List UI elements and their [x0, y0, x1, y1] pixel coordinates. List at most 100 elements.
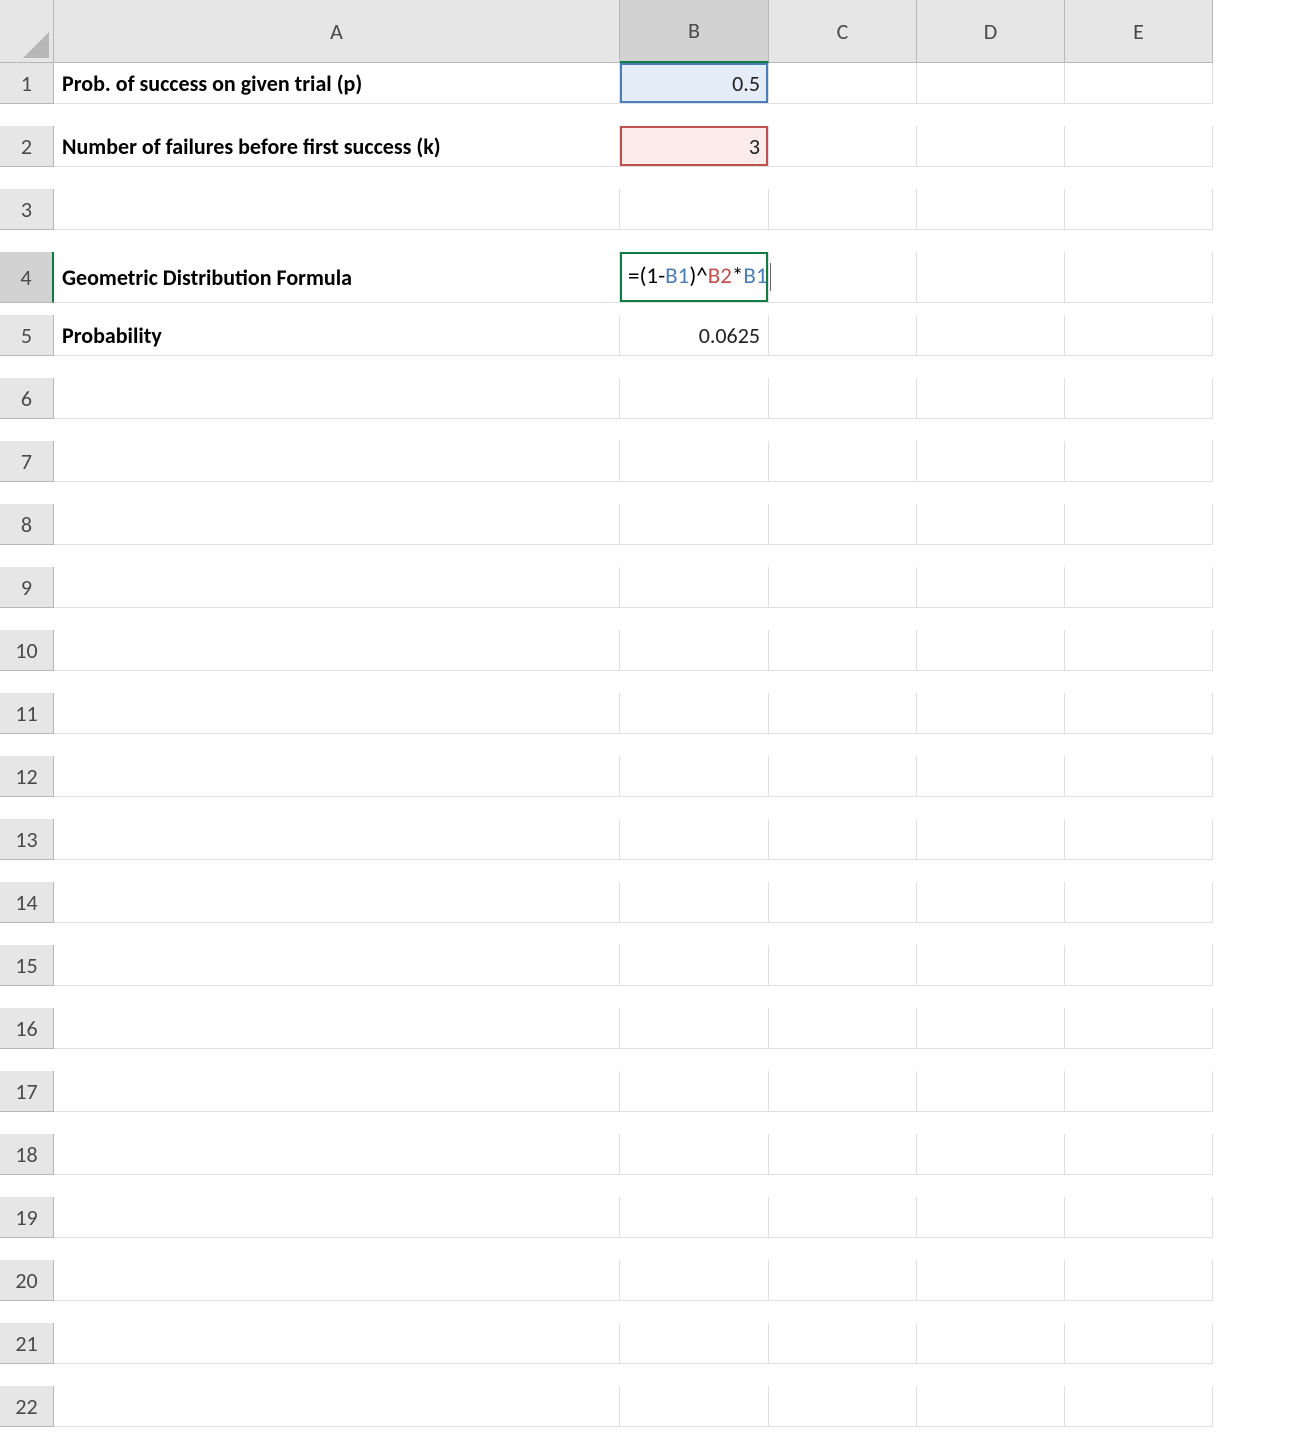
cell-E22[interactable] [1065, 1386, 1213, 1427]
cell-C13[interactable] [769, 819, 917, 860]
cell-B9[interactable] [620, 567, 769, 608]
cell-C21[interactable] [769, 1323, 917, 1364]
formula-editor[interactable]: =(1-B1)^B2*B1 [628, 263, 771, 291]
cell-D17[interactable] [917, 1071, 1065, 1112]
cell-D4[interactable] [917, 252, 1065, 303]
cell-E15[interactable] [1065, 945, 1213, 986]
row-header-14[interactable]: 14 [0, 882, 54, 923]
cell-B7[interactable] [620, 441, 769, 482]
cell-B13[interactable] [620, 819, 769, 860]
cell-E4[interactable] [1065, 252, 1213, 303]
row-header-15[interactable]: 15 [0, 945, 54, 986]
cell-D13[interactable] [917, 819, 1065, 860]
cell-A11[interactable] [54, 693, 620, 734]
row-header-2[interactable]: 2 [0, 126, 54, 167]
row-header-18[interactable]: 18 [0, 1134, 54, 1175]
cell-B18[interactable] [620, 1134, 769, 1175]
cell-B10[interactable] [620, 630, 769, 671]
cell-A12[interactable] [54, 756, 620, 797]
cell-E21[interactable] [1065, 1323, 1213, 1364]
cell-E9[interactable] [1065, 567, 1213, 608]
cell-E12[interactable] [1065, 756, 1213, 797]
cell-B6[interactable] [620, 378, 769, 419]
cell-B22[interactable] [620, 1386, 769, 1427]
cell-E17[interactable] [1065, 1071, 1213, 1112]
cell-A8[interactable] [54, 504, 620, 545]
cell-B2[interactable]: 3 [620, 126, 769, 167]
cell-A10[interactable] [54, 630, 620, 671]
cell-B3[interactable] [620, 189, 769, 230]
cell-B1[interactable]: 0.5 [620, 63, 769, 104]
column-header-B[interactable]: B [620, 0, 769, 63]
row-header-6[interactable]: 6 [0, 378, 54, 419]
cell-B14[interactable] [620, 882, 769, 923]
cell-B15[interactable] [620, 945, 769, 986]
cell-E5[interactable] [1065, 315, 1213, 356]
cell-C20[interactable] [769, 1260, 917, 1301]
cell-A16[interactable] [54, 1008, 620, 1049]
cell-C17[interactable] [769, 1071, 917, 1112]
cell-B8[interactable] [620, 504, 769, 545]
row-header-19[interactable]: 19 [0, 1197, 54, 1238]
cell-B19[interactable] [620, 1197, 769, 1238]
cell-C19[interactable] [769, 1197, 917, 1238]
cell-D22[interactable] [917, 1386, 1065, 1427]
cell-A2[interactable]: Number of failures before first success … [54, 126, 620, 167]
cell-C22[interactable] [769, 1386, 917, 1427]
cell-E3[interactable] [1065, 189, 1213, 230]
cell-C15[interactable] [769, 945, 917, 986]
row-header-16[interactable]: 16 [0, 1008, 54, 1049]
cell-A22[interactable] [54, 1386, 620, 1427]
cell-E8[interactable] [1065, 504, 1213, 545]
cell-B4[interactable]: =(1-B1)^B2*B1 [620, 252, 769, 303]
cell-B20[interactable] [620, 1260, 769, 1301]
cell-C14[interactable] [769, 882, 917, 923]
cell-C4[interactable] [769, 252, 917, 303]
cell-E19[interactable] [1065, 1197, 1213, 1238]
cell-C9[interactable] [769, 567, 917, 608]
cell-B16[interactable] [620, 1008, 769, 1049]
column-header-D[interactable]: D [917, 0, 1065, 63]
row-header-4[interactable]: 4 [0, 252, 54, 303]
cell-B17[interactable] [620, 1071, 769, 1112]
row-header-9[interactable]: 9 [0, 567, 54, 608]
cell-A3[interactable] [54, 189, 620, 230]
column-header-C[interactable]: C [769, 0, 917, 63]
column-header-E[interactable]: E [1065, 0, 1213, 63]
cell-A1[interactable]: Prob. of success on given trial (p) [54, 63, 620, 104]
row-header-13[interactable]: 13 [0, 819, 54, 860]
cell-A18[interactable] [54, 1134, 620, 1175]
cell-D14[interactable] [917, 882, 1065, 923]
cell-C11[interactable] [769, 693, 917, 734]
cell-A6[interactable] [54, 378, 620, 419]
cell-E14[interactable] [1065, 882, 1213, 923]
row-header-5[interactable]: 5 [0, 315, 54, 356]
cell-B11[interactable] [620, 693, 769, 734]
row-header-12[interactable]: 12 [0, 756, 54, 797]
cell-D3[interactable] [917, 189, 1065, 230]
cell-E13[interactable] [1065, 819, 1213, 860]
cell-A19[interactable] [54, 1197, 620, 1238]
cell-B21[interactable] [620, 1323, 769, 1364]
row-header-22[interactable]: 22 [0, 1386, 54, 1427]
cell-A5[interactable]: Probability [54, 315, 620, 356]
column-header-A[interactable]: A [54, 0, 620, 63]
cell-D11[interactable] [917, 693, 1065, 734]
cell-D1[interactable] [917, 63, 1065, 104]
cell-C1[interactable] [769, 63, 917, 104]
cell-A7[interactable] [54, 441, 620, 482]
cell-A15[interactable] [54, 945, 620, 986]
cell-A4[interactable]: Geometric Distribution Formula [54, 252, 620, 303]
cell-D21[interactable] [917, 1323, 1065, 1364]
cell-E16[interactable] [1065, 1008, 1213, 1049]
cell-C2[interactable] [769, 126, 917, 167]
cell-C16[interactable] [769, 1008, 917, 1049]
cell-C18[interactable] [769, 1134, 917, 1175]
cell-D20[interactable] [917, 1260, 1065, 1301]
cell-D9[interactable] [917, 567, 1065, 608]
cell-E11[interactable] [1065, 693, 1213, 734]
cell-C10[interactable] [769, 630, 917, 671]
cell-D18[interactable] [917, 1134, 1065, 1175]
cell-C8[interactable] [769, 504, 917, 545]
cell-D8[interactable] [917, 504, 1065, 545]
